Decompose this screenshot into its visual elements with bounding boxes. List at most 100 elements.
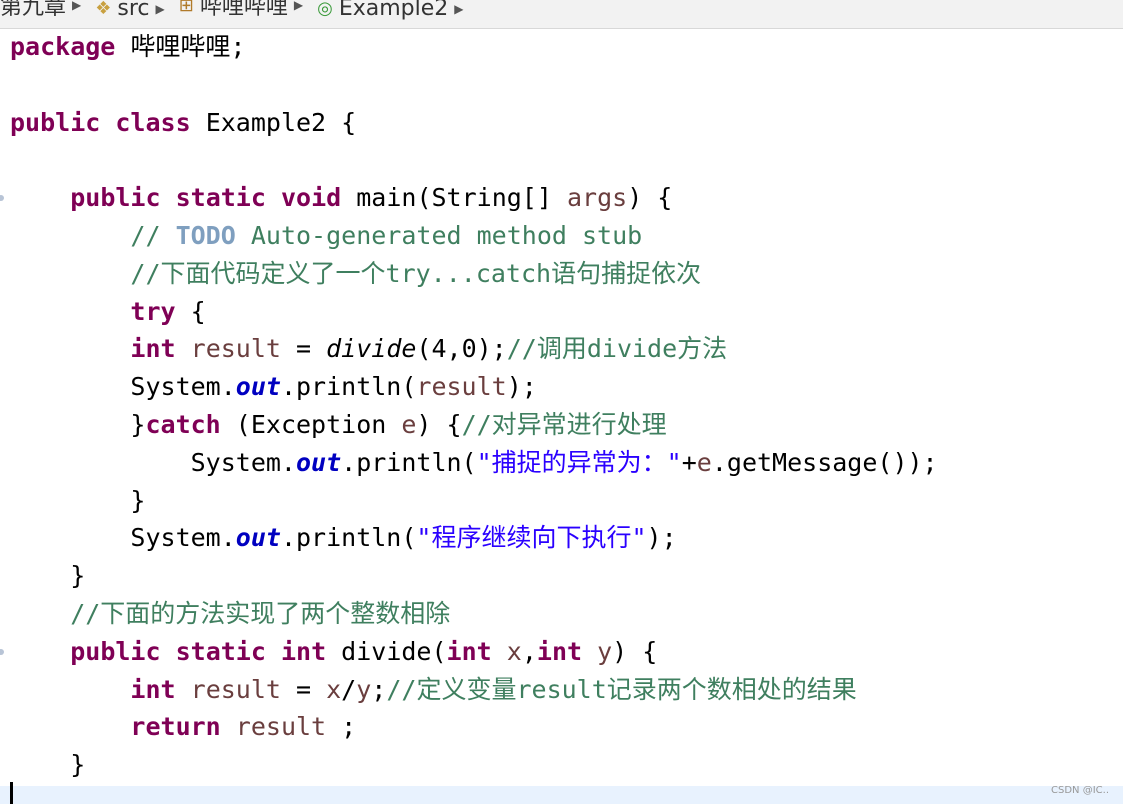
breadcrumb-item[interactable]: ⊞ 哔哩哔哩 ▶ — [179, 0, 313, 21]
breadcrumb-separator-icon: ▶ — [72, 0, 82, 12]
code-token: void — [280, 183, 342, 213]
breadcrumb-separator-icon: ▶ — [293, 0, 304, 12]
code-token: divide — [326, 334, 417, 364]
code-line: // TODO Auto-generated method stub — [10, 217, 642, 255]
code-line: package 哔哩哔哩; — [10, 28, 245, 66]
code-token: } — [10, 561, 86, 591]
code-token: (4,0); — [416, 334, 507, 364]
code-token: // — [10, 221, 176, 250]
code-token: Auto-generated method stub — [235, 221, 643, 250]
code-line: } — [10, 557, 85, 595]
code-token: ); — [506, 372, 537, 402]
code-line: } — [10, 746, 85, 784]
code-token: = — [280, 674, 327, 704]
breadcrumb-item[interactable]: 第九章 ▶ — [0, 0, 91, 21]
code-line: //下面的方法实现了两个整数相除 — [10, 595, 450, 633]
breadcrumb-separator-icon: ▶ — [454, 1, 464, 16]
code-token: out — [295, 447, 342, 477]
code-token: public — [10, 107, 101, 137]
source-folder-icon: ❖ — [95, 0, 112, 19]
fold-marker-icon[interactable] — [0, 195, 4, 202]
code-token: ; — [326, 712, 357, 742]
code-token: return — [130, 712, 221, 742]
code-token: public — [70, 636, 161, 666]
code-token: //调用divide方法 — [506, 334, 728, 364]
code-token: TODO — [175, 221, 236, 250]
code-token: main(String[] — [341, 183, 567, 213]
code-token: } — [10, 410, 146, 439]
code-token: System. — [10, 372, 236, 402]
code-line: System.out.println("捕捉的异常为："+e.getMessag… — [10, 444, 938, 482]
code-token: 哔哩哔哩; — [115, 32, 246, 61]
code-token: e — [401, 410, 417, 439]
code-token: out — [235, 523, 281, 553]
breadcrumb-label: Example2 — [338, 0, 449, 21]
code-token: .println( — [280, 523, 417, 553]
code-token: //下面代码定义了一个try...catch语句捕捉依次 — [10, 258, 702, 288]
breadcrumb: 第九章 ▶ ❖ src ▶ ⊞ 哔哩哔哩 ▶ ◎ Example2 ▶ — [0, 0, 1123, 29]
code-token: .getMessage()); — [711, 447, 938, 477]
code-token: result — [235, 712, 327, 742]
code-line: return result ; — [10, 708, 356, 746]
code-token: System. — [10, 523, 236, 553]
code-line: public class Example2 { — [10, 104, 356, 142]
code-token: ); — [646, 523, 677, 553]
code-token: (Exception — [220, 410, 402, 439]
code-token: y — [356, 674, 372, 704]
code-token: { — [175, 296, 206, 326]
code-token: int — [130, 674, 176, 704]
code-token: .println( — [341, 447, 477, 477]
code-token: args — [566, 183, 628, 213]
code-token: = — [280, 334, 327, 364]
code-token: Example2 { — [190, 107, 357, 137]
breadcrumb-item[interactable]: ❖ src ▶ — [95, 0, 175, 21]
code-token: , — [521, 636, 537, 666]
code-line: System.out.println(result); — [10, 368, 537, 406]
code-token: System. — [10, 447, 296, 477]
code-token: } — [10, 485, 146, 515]
code-token: x — [326, 674, 342, 704]
breadcrumb-label: 第九章 — [0, 0, 67, 20]
fold-marker-icon[interactable] — [0, 648, 4, 655]
breadcrumb-item[interactable]: ◎ Example2 ▶ — [317, 0, 473, 21]
code-line: System.out.println("程序继续向下执行"); — [10, 519, 677, 557]
breadcrumb-separator-icon: ▶ — [155, 1, 165, 16]
code-editor[interactable]: package 哔哩哔哩; public class Example2 { pub… — [0, 28, 1123, 786]
code-token: + — [681, 447, 697, 477]
code-token: int — [130, 334, 176, 364]
code-token: y — [597, 636, 613, 666]
code-line: //下面代码定义了一个try...catch语句捕捉依次 — [10, 255, 701, 293]
code-token: package — [10, 32, 116, 61]
code-token: catch — [145, 410, 221, 439]
package-icon: ⊞ — [178, 0, 194, 16]
code-token: } — [10, 750, 86, 780]
editor-bottom-bar — [0, 786, 1123, 804]
code-line: public static void main(String[] args) { — [10, 179, 672, 217]
code-token: e — [696, 447, 712, 477]
code-token: result — [190, 334, 281, 364]
code-token: result — [416, 372, 507, 402]
code-token: x — [506, 636, 522, 666]
code-token: try — [130, 296, 176, 326]
code-token: ) { — [416, 410, 462, 439]
code-token: //下面的方法实现了两个整数相除 — [10, 599, 451, 628]
code-token: int — [536, 636, 583, 666]
code-token: //定义变量result记录两个数相处的结果 — [386, 674, 857, 704]
breadcrumb-label: 哔哩哔哩 — [199, 0, 288, 20]
code-token: out — [235, 372, 281, 402]
code-token: / — [341, 674, 357, 704]
code-line: int result = x/y;//定义变量result记录两个数相处的结果 — [10, 671, 857, 709]
code-token: static — [175, 636, 266, 666]
code-token: result — [190, 674, 281, 704]
code-line: int result = divide(4,0);//调用divide方法 — [10, 330, 727, 368]
